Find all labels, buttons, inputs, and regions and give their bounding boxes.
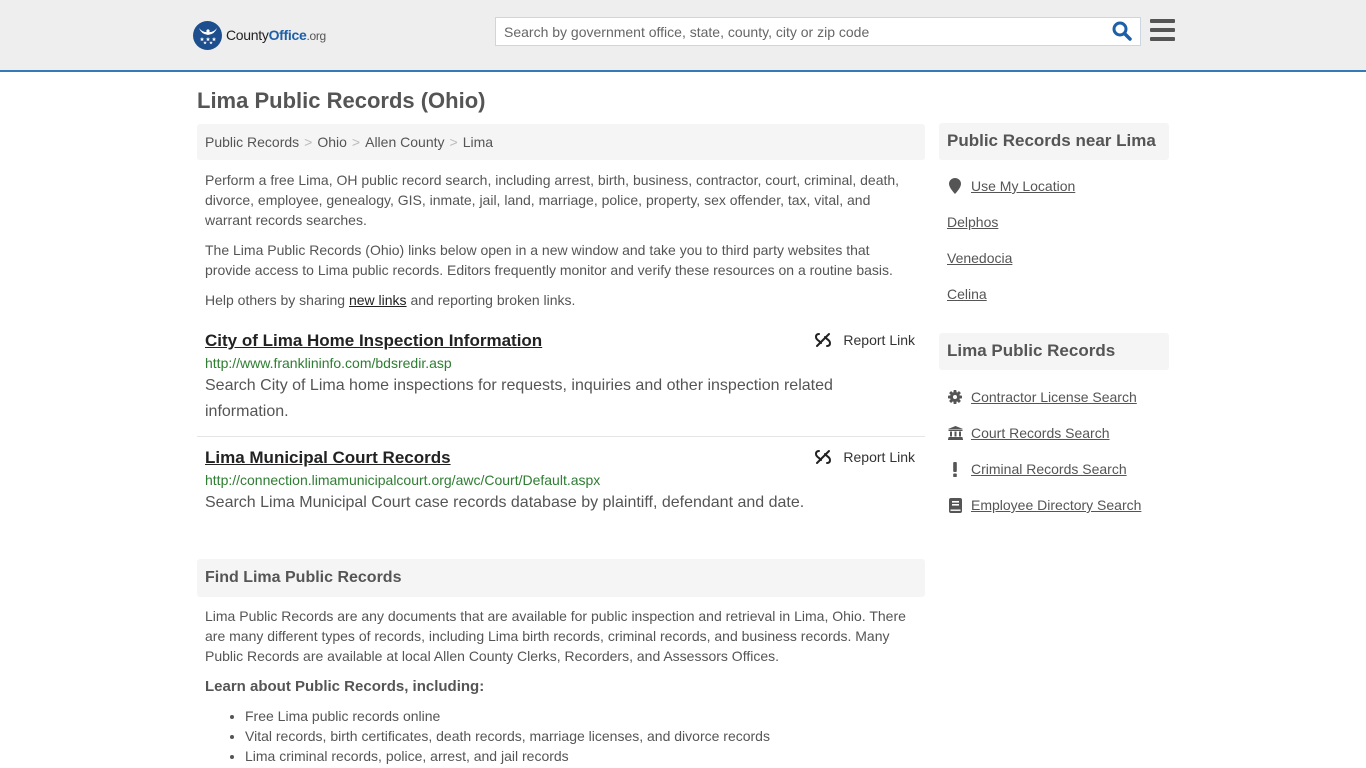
- sidebar-item-criminal-records[interactable]: Criminal Records Search: [947, 461, 1127, 477]
- nearby-place-celina[interactable]: Celina: [947, 286, 987, 302]
- broken-link-icon: [815, 333, 832, 347]
- intro-paragraph-3: Help others by sharing new links and rep…: [205, 290, 917, 310]
- sidebar-item-contractor-license[interactable]: Contractor License Search: [947, 389, 1137, 405]
- intro-text: Perform a free Lima, OH public record se…: [205, 170, 917, 320]
- breadcrumb-separator: >: [304, 134, 313, 150]
- intro-paragraph-1: Perform a free Lima, OH public record se…: [205, 172, 900, 228]
- use-my-location-link[interactable]: Use My Location: [971, 178, 1075, 194]
- find-records-heading: Find Lima Public Records: [197, 559, 925, 597]
- intro-p3-after: and reporting broken links.: [406, 292, 576, 308]
- report-link-label: Report Link: [843, 449, 915, 465]
- logo-wordmark: CountyOffice.org: [226, 27, 326, 43]
- intro-p3-before: Help others by sharing: [205, 292, 349, 308]
- breadcrumb-public-records[interactable]: Public Records: [205, 134, 299, 150]
- breadcrumb-ohio[interactable]: Ohio: [317, 134, 347, 150]
- use-my-location-item[interactable]: Use My Location: [947, 178, 1075, 194]
- sidebar-item-court-records[interactable]: Court Records Search: [947, 425, 1110, 441]
- record-link-url: http://connection.limamunicipalcourt.org…: [205, 472, 601, 488]
- breadcrumb-separator: >: [449, 134, 458, 150]
- site-logo[interactable]: CountyOffice.org: [193, 20, 326, 50]
- learn-about-heading: Learn about Public Records, including:: [205, 678, 485, 695]
- contractor-license-search-link[interactable]: Contractor License Search: [971, 389, 1137, 405]
- site-header: CountyOffice.org: [0, 0, 1366, 72]
- breadcrumb: Public Records > Ohio > Allen County > Lima: [197, 124, 925, 160]
- broken-link-icon: [815, 450, 832, 464]
- map-marker-icon: [947, 178, 963, 194]
- record-link-url: http://www.franklininfo.com/bdsredir.asp: [205, 355, 452, 371]
- record-link-item: City of Lima Home Inspection Information…: [197, 330, 925, 437]
- nearby-place-item[interactable]: Venedocia: [947, 250, 1012, 266]
- sidebar-item-employee-directory[interactable]: Employee Directory Search: [947, 497, 1141, 513]
- employee-directory-search-link[interactable]: Employee Directory Search: [971, 497, 1141, 513]
- record-link-item: Lima Municipal Court Records Report Link…: [197, 447, 925, 527]
- logo-tld: .org: [306, 29, 326, 43]
- report-link-button[interactable]: Report Link: [815, 449, 915, 465]
- hamburger-menu-icon[interactable]: [1150, 19, 1175, 41]
- breadcrumb-allen-county[interactable]: Allen County: [365, 134, 444, 150]
- page-title: Lima Public Records (Ohio): [197, 88, 486, 113]
- new-links-link[interactable]: new links: [349, 292, 407, 308]
- record-link-title[interactable]: City of Lima Home Inspection Information: [205, 331, 542, 351]
- nearby-place-item[interactable]: Celina: [947, 286, 987, 302]
- breadcrumb-separator: >: [351, 134, 361, 150]
- find-records-text: Lima Public Records are any documents th…: [205, 608, 906, 664]
- learn-about-item: Free Lima public records online: [245, 706, 770, 726]
- nearby-records-heading: Public Records near Lima: [939, 123, 1169, 160]
- record-link-description: Search City of Lima home inspections for…: [205, 377, 833, 420]
- report-link-label: Report Link: [843, 332, 915, 348]
- lima-records-heading: Lima Public Records: [939, 333, 1169, 370]
- learn-about-item: Vital records, birth certificates, death…: [245, 726, 770, 746]
- learn-about-item: Lima criminal records, police, arrest, a…: [245, 746, 770, 766]
- gear-icon: [947, 389, 963, 405]
- search-input[interactable]: [496, 18, 1106, 45]
- intro-paragraph-2: The Lima Public Records (Ohio) links bel…: [205, 242, 893, 278]
- record-link-description: Search Lima Municipal Court case records…: [205, 494, 805, 511]
- learn-about-list: Free Lima public records online Vital re…: [245, 706, 770, 766]
- exclamation-icon: [947, 461, 963, 477]
- courthouse-icon: [947, 425, 963, 441]
- search-icon[interactable]: [1112, 21, 1134, 43]
- record-link-title[interactable]: Lima Municipal Court Records: [205, 448, 451, 468]
- book-icon: [947, 497, 963, 513]
- nearby-place-delphos[interactable]: Delphos: [947, 214, 998, 230]
- report-link-button[interactable]: Report Link: [815, 332, 915, 348]
- eagle-stars-icon: [193, 20, 222, 50]
- logo-office: Office: [268, 27, 307, 43]
- nearby-place-item[interactable]: Delphos: [947, 214, 998, 230]
- search-bar: [495, 17, 1141, 46]
- breadcrumb-lima: Lima: [462, 134, 494, 150]
- criminal-records-search-link[interactable]: Criminal Records Search: [971, 461, 1127, 477]
- logo-county: County: [226, 27, 269, 43]
- court-records-search-link[interactable]: Court Records Search: [971, 425, 1110, 441]
- nearby-place-venedocia[interactable]: Venedocia: [947, 250, 1012, 266]
